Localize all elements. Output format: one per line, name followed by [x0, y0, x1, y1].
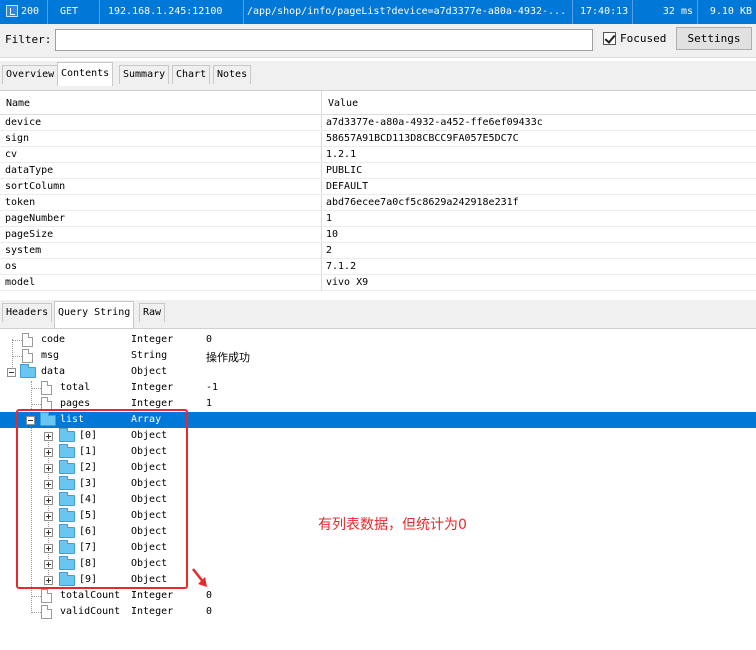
settings-button[interactable]: Settings [676, 27, 752, 50]
node-type: Object [131, 366, 168, 377]
tab-overview[interactable]: Overview [2, 65, 59, 84]
param-name: model [5, 277, 36, 288]
leaf-icon [41, 605, 52, 619]
param-value: vivo X9 [326, 277, 369, 288]
table-row[interactable]: pageSize 10 [0, 227, 756, 243]
selected-session-row[interactable]: 200 GET 192.168.1.245:12100 /app/shop/in… [0, 0, 756, 24]
node-type: Integer [131, 398, 174, 409]
node-name: pages [60, 398, 91, 409]
tab-chart[interactable]: Chart [172, 65, 211, 84]
param-value: 1 [326, 213, 333, 224]
status-code: 200 [21, 6, 40, 17]
annotation-note: 有列表数据，但统计为0 [318, 517, 467, 533]
table-row[interactable]: device a7d3377e-a80a-4932-a452-ffe6ef0943… [0, 115, 756, 131]
param-name: pageNumber [5, 213, 66, 224]
param-name: token [5, 197, 36, 208]
time-cell: 17:40:13 [573, 0, 633, 24]
tree-node[interactable]: total Integer -1 [0, 380, 756, 396]
annotation-arrow-icon [192, 568, 207, 587]
size-cell: 9.10 KB [709, 6, 752, 17]
table-row[interactable]: token abd76ecee7a0cf5c8629a242918e231f [0, 195, 756, 211]
param-value: PUBLIC [326, 165, 363, 176]
collapse-toggle-icon[interactable] [7, 368, 16, 377]
leaf-icon [41, 589, 52, 603]
param-name: device [5, 117, 42, 128]
url-cell: /app/shop/info/pageList?device=a7d3377e-… [244, 0, 573, 24]
filter-label: Filter: [5, 33, 52, 46]
param-name: sortColumn [5, 181, 66, 192]
tree-node[interactable]: msg String 操作成功 [0, 348, 756, 364]
column-header-value[interactable]: Value [328, 98, 358, 109]
node-type: Integer [131, 334, 174, 345]
column-header-name[interactable]: Name [6, 98, 30, 109]
node-type: Integer [131, 606, 174, 617]
tab-query-string[interactable]: Query String [54, 301, 135, 328]
host-cell: 192.168.1.245:12100 [100, 0, 244, 24]
response-tabstrip: Headers Query String Raw [0, 300, 756, 328]
param-value: 7.1.2 [326, 261, 357, 272]
node-name: totalCount [60, 590, 121, 601]
status-cell: 200 [0, 0, 48, 24]
method-cell: GET [48, 0, 100, 24]
param-value: 10 [326, 229, 339, 240]
node-type: String [131, 350, 168, 361]
annotation-highlight-box [16, 409, 188, 589]
param-value: 1.2.1 [326, 149, 357, 160]
node-value: 0 [206, 590, 213, 601]
table-row[interactable]: cv 1.2.1 [0, 147, 756, 163]
tree-node[interactable]: totalCount Integer 0 [0, 588, 756, 604]
param-value: 58657A91BCD113D8CBCC9FA057E5DC7C [326, 133, 519, 144]
node-type: Integer [131, 590, 174, 601]
param-name: sign [5, 133, 30, 144]
param-name: dataType [5, 165, 54, 176]
node-value: 0 [206, 606, 213, 617]
tree-node[interactable]: code Integer 0 [0, 332, 756, 348]
node-value: 1 [206, 398, 213, 409]
table-header: Name Value [0, 91, 756, 115]
node-type: Integer [131, 382, 174, 393]
param-value: a7d3377e-a80a-4932-a452-ffe6ef09433c [326, 117, 543, 128]
tab-summary[interactable]: Summary [119, 65, 170, 84]
table-row[interactable]: sign 58657A91BCD113D8CBCC9FA057E5DC7C [0, 131, 756, 147]
param-name: os [5, 261, 18, 272]
filter-input[interactable] [55, 29, 593, 51]
node-value: -1 [206, 382, 219, 393]
focused-checkbox[interactable] [603, 32, 616, 45]
folder-icon [20, 364, 36, 378]
leaf-icon [22, 333, 33, 347]
param-name: cv [5, 149, 18, 160]
param-value: DEFAULT [326, 181, 369, 192]
leaf-icon [22, 349, 33, 363]
inspector-tabstrip: Overview Contents Summary Chart Notes [0, 61, 756, 90]
leaf-icon [41, 381, 52, 395]
node-name: msg [41, 350, 60, 361]
table-row[interactable]: os 7.1.2 [0, 259, 756, 275]
tab-headers[interactable]: Headers [2, 303, 53, 322]
node-name: data [41, 366, 66, 377]
tree-node[interactable]: validCount Integer 0 [0, 604, 756, 620]
param-name: pageSize [5, 229, 54, 240]
query-params-table: Name Value device a7d3377e-a80a-4932-a452… [0, 90, 756, 291]
table-row[interactable]: system 2 [0, 243, 756, 259]
node-name: validCount [60, 606, 121, 617]
tab-notes[interactable]: Notes [213, 65, 252, 84]
tree-node[interactable]: data Object [0, 364, 756, 380]
node-name: total [60, 382, 91, 393]
table-row[interactable]: model vivo X9 [0, 275, 756, 291]
param-value: abd76ecee7a0cf5c8629a242918e231f [326, 197, 519, 208]
tab-contents[interactable]: Contents [57, 62, 114, 86]
duration-cell: 32 ms [633, 0, 698, 24]
param-value: 2 [326, 245, 333, 256]
tab-raw[interactable]: Raw [139, 303, 166, 322]
table-row[interactable]: dataType PUBLIC [0, 163, 756, 179]
table-row[interactable]: pageNumber 1 [0, 211, 756, 227]
request-icon [6, 5, 18, 17]
node-value: 操作成功 [206, 351, 250, 364]
focused-label: Focused [620, 32, 667, 45]
table-row[interactable]: sortColumn DEFAULT [0, 179, 756, 195]
param-name: system [5, 245, 42, 256]
node-value: 0 [206, 334, 213, 345]
node-name: code [41, 334, 66, 345]
